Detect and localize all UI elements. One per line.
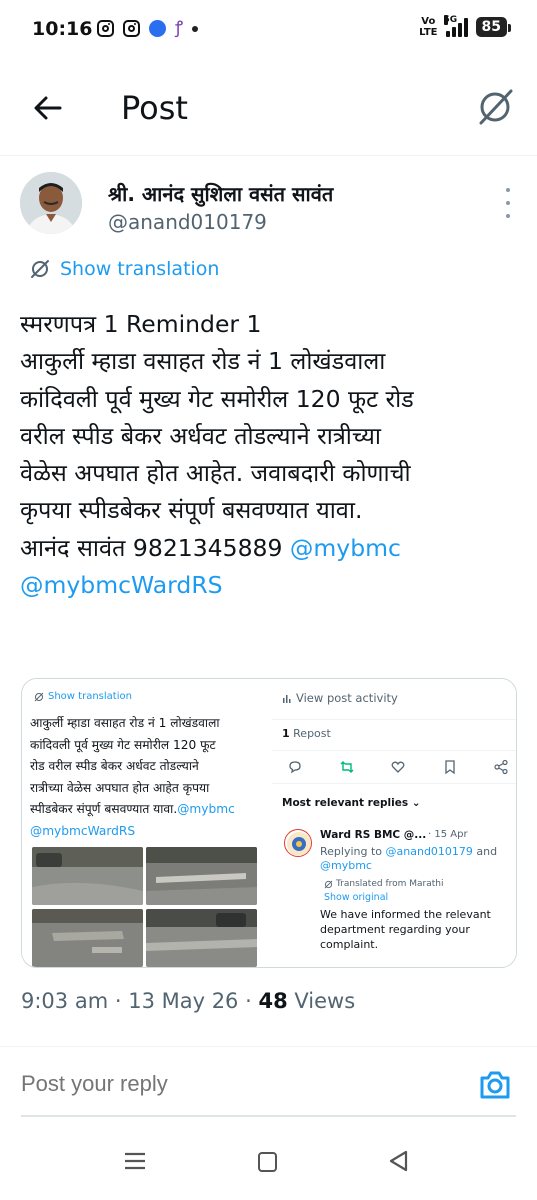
show-translation-link[interactable]: Show translation: [29, 258, 219, 280]
post-line: वरील स्पीड बेकर अर्धवट तोडल्याने रात्रीच…: [20, 421, 381, 450]
bookmark-icon: [442, 759, 458, 775]
divider: [272, 719, 516, 720]
view-activity-label: View post activity: [282, 691, 398, 705]
notification-icons: ꝭ: [97, 18, 199, 38]
reply-text: We have informed the relevant department…: [320, 908, 491, 951]
grok-icon: [34, 692, 44, 701]
recents-button[interactable]: [124, 1150, 146, 1172]
camera-button[interactable]: [477, 1067, 513, 1103]
grok-icon: [324, 880, 333, 888]
dot-icon: [506, 201, 510, 205]
reply-date: · 15 Apr: [428, 829, 468, 840]
media-image-right[interactable]: View post activity 1 Repost Most relevan…: [272, 679, 516, 967]
grok-icon: [479, 89, 513, 125]
most-relevant-label: Most relevant replies ⌄: [282, 797, 421, 809]
post-line: @mybmcWardRS: [20, 567, 520, 604]
post-line: कांदिवली पूर्व मुख्य गेट समोरील 120 फूट …: [20, 384, 414, 413]
author-name[interactable]: श्री. आनंद सुशिला वसंत सावंत: [108, 180, 333, 207]
bmc-logo-avatar: [284, 829, 312, 857]
home-button[interactable]: [258, 1152, 277, 1172]
triangle-back-icon: [389, 1150, 408, 1172]
back-button[interactable]: [30, 90, 66, 126]
repost-count: 1 Repost: [282, 727, 331, 740]
road-photo: [146, 847, 257, 905]
road-photos-grid: [32, 847, 258, 967]
system-back-button[interactable]: [388, 1150, 410, 1172]
screenshot-text: आकुर्ली म्हाडा वसाहत रोड नं 1 लोखंडवाला …: [30, 716, 235, 838]
status-bar: 10:16 ꝭ Vo LTE 5G 85: [0, 0, 537, 60]
app-notification-icon: [149, 20, 166, 37]
status-right: Vo LTE 5G 85: [419, 15, 512, 38]
signal-icon: 5G: [443, 15, 468, 37]
camera-icon: [480, 1071, 510, 1099]
author-handle[interactable]: @anand010179: [108, 210, 267, 234]
post-date: 13 May 26: [128, 989, 239, 1013]
reply-author-name: Ward RS BMC @...: [320, 829, 427, 841]
show-translation-label: Show translation: [34, 691, 132, 702]
reply-underline: [21, 1115, 516, 1117]
post-line: कृपया स्पीडबेकर संपूर्ण बसवण्यात यावा.: [20, 496, 363, 525]
post-line: स्मरणपत्र 1 Reminder 1: [20, 310, 262, 338]
post-time: 9:03 am: [21, 989, 109, 1013]
volte-icon: Vo LTE: [419, 16, 438, 38]
dot-icon: [506, 188, 510, 192]
post-line: आकुर्ली म्हाडा वसाहत रोड नं 1 लोखंडवाला: [20, 347, 386, 376]
battery-icon: 85: [475, 17, 512, 37]
divider: [272, 783, 516, 784]
post-media[interactable]: Show translation आकुर्ली म्हाडा वसाहत रो…: [21, 678, 517, 968]
grok-icon: [31, 260, 49, 278]
arrow-left-icon: [34, 96, 62, 120]
spiral-app-icon: ꝭ: [175, 18, 184, 38]
recents-icon: [125, 1152, 145, 1170]
post-line: आनंद सावंत 9821345889 @mybmc: [20, 533, 401, 562]
page-title: Post: [121, 89, 188, 127]
reply-icon: [287, 759, 303, 775]
reply-input[interactable]: [21, 1071, 441, 1097]
show-original-link: Show original: [324, 892, 389, 903]
road-photo: [32, 909, 143, 967]
post-text: स्मरणपत्र 1 Reminder 1 आकुर्ली म्हाडा वस…: [20, 306, 520, 604]
more-notifications-icon: [192, 25, 199, 32]
post-line: वेळेस अपघात होत आहेत. जवाबदारी कोणाची: [20, 459, 411, 488]
mention-link[interactable]: @mybmcWardRS: [20, 571, 223, 599]
replying-to: Replying to @anand010179 and @mybmc: [320, 845, 498, 872]
dot-icon: [506, 214, 510, 218]
road-photo: [146, 909, 257, 967]
retweet-icon: [339, 759, 355, 775]
road-photo: [32, 847, 143, 905]
action-bar: [287, 759, 509, 775]
views-count: 48: [258, 989, 288, 1013]
more-options-button[interactable]: [502, 188, 514, 218]
share-icon: [493, 759, 509, 775]
post-header: Post: [0, 60, 537, 156]
grok-button[interactable]: [475, 87, 515, 127]
media-image-left[interactable]: Show translation आकुर्ली म्हाडा वसाहत रो…: [22, 679, 268, 967]
bar-chart-icon: [283, 695, 291, 703]
post-meta: 9:03 am · 13 May 26 · 48 Views: [21, 989, 356, 1013]
translated-label: Translated from Marathi: [324, 879, 443, 889]
instagram-icon: [123, 20, 140, 37]
heart-icon: [390, 759, 406, 775]
status-time: 10:16: [32, 18, 93, 40]
reply-bar: [0, 1047, 537, 1125]
instagram-icon: [97, 20, 114, 37]
views-label: Views: [287, 989, 356, 1013]
system-nav-bar: [0, 1138, 537, 1200]
avatar[interactable]: [20, 172, 82, 234]
divider: [272, 750, 516, 751]
mention-link[interactable]: @mybmc: [290, 534, 401, 562]
